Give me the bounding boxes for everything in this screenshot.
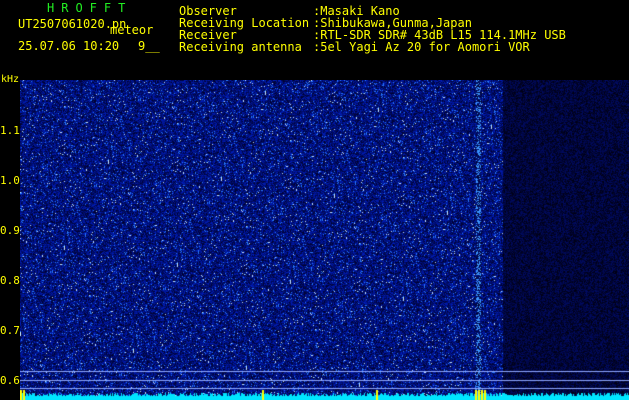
waterfall-spectrogram bbox=[20, 80, 629, 400]
y-tick: 1.0 bbox=[0, 174, 20, 187]
app-brand: HROFFT bbox=[47, 1, 133, 15]
y-tick: 0.7 bbox=[0, 324, 20, 337]
y-unit-label: kHz bbox=[1, 74, 20, 85]
antenna-value: :5el Yagi Az 20 for Aomori VOR bbox=[313, 40, 530, 54]
y-tick: 1.1 bbox=[0, 124, 20, 137]
antenna-label: Receiving antenna bbox=[179, 40, 302, 54]
y-tick: 0.8 bbox=[0, 274, 20, 287]
waterfall-plot bbox=[20, 80, 629, 400]
hrofft-waterfall-window: HROFFT UT2507061020.pn meteor 25.07.06 1… bbox=[0, 0, 629, 400]
y-tick: 0.6 bbox=[0, 374, 20, 387]
meteor-count: 9__ bbox=[138, 39, 160, 53]
capture-datetime: 25.07.06 10:20 bbox=[18, 39, 120, 53]
y-tick: 0.9 bbox=[0, 224, 20, 237]
file-name-suffix: meteor bbox=[110, 23, 154, 37]
